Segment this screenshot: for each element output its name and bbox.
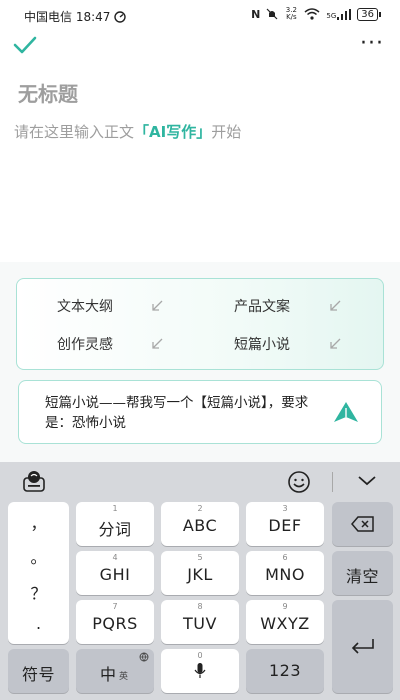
speed-icon	[114, 10, 127, 23]
ai-request-box[interactable]: 短篇小说——帮我写一个【短篇小说】，要求是：恐怖小说	[18, 380, 382, 444]
wifi-icon	[304, 8, 320, 20]
insert-arrow-icon[interactable]	[328, 337, 342, 351]
net-speed: 3.2 K/s	[285, 6, 297, 21]
key-6[interactable]: 6 MNO	[246, 551, 324, 595]
punct-period[interactable]: 。	[8, 544, 69, 568]
punct-dot[interactable]: .	[8, 614, 69, 633]
chevron-down-icon[interactable]	[356, 472, 378, 488]
confirm-check-icon[interactable]	[12, 34, 38, 56]
insert-arrow-icon[interactable]	[328, 299, 342, 313]
insert-arrow-icon[interactable]	[150, 337, 164, 351]
key-5[interactable]: 5 JKL	[161, 551, 239, 595]
carrier-time: 中国电信 18:47	[24, 10, 111, 24]
battery-icon: 36	[357, 7, 381, 21]
globe-icon	[139, 652, 149, 662]
keyboard: ， 。 ？ . 1 分词 2 ABC 3 DEF 4 GHI 5 JKL 6 M…	[0, 462, 400, 700]
key-3[interactable]: 3 DEF	[246, 502, 324, 546]
key-2[interactable]: 2 ABC	[161, 502, 239, 546]
backspace-key[interactable]	[332, 502, 393, 546]
lang-sub-label: 英	[119, 672, 129, 682]
prompt-grid: 文本大纲 产品文案 创作灵感 短篇小说	[16, 278, 384, 370]
symbols-key[interactable]: 符号	[8, 649, 69, 693]
key-1[interactable]: 1 分词	[76, 502, 154, 546]
key-4[interactable]: 4 GHI	[76, 551, 154, 595]
nfc-icon: N	[251, 7, 261, 21]
ai-writing-panel: 文本大纲 产品文案 创作灵感 短篇小说 短篇小说——帮我写一个【短篇小说】，要求…	[0, 262, 400, 462]
space-key[interactable]: 0	[161, 649, 239, 693]
status-bar: 中国电信 18:47 N 3.2 K/s 5G 36	[0, 0, 400, 30]
prompt-short-story[interactable]: 短篇小说	[234, 334, 290, 354]
more-options-icon[interactable]: ···	[360, 33, 384, 55]
send-icon[interactable]	[333, 401, 359, 423]
enter-icon	[351, 639, 374, 654]
key-8[interactable]: 8 TUV	[161, 600, 239, 644]
network-type: 5G	[326, 8, 352, 20]
enter-key[interactable]	[332, 600, 393, 693]
insert-arrow-icon[interactable]	[150, 299, 164, 313]
body-field[interactable]: 请在这里输入正文「AI写作」开始	[14, 121, 241, 142]
lang-label: 中	[100, 665, 117, 684]
keyboard-assistant-icon[interactable]	[22, 470, 46, 492]
punct-comma[interactable]: ，	[8, 510, 69, 534]
numbers-key[interactable]: 123	[246, 649, 324, 693]
mute-icon	[266, 8, 278, 20]
microphone-icon	[194, 663, 206, 678]
signal-icon	[337, 8, 352, 20]
emoji-icon[interactable]	[287, 470, 311, 494]
ai-writing-link[interactable]: 「AI写作」	[134, 123, 211, 141]
keyboard-toolbar	[0, 462, 400, 500]
language-switch-key[interactable]: 中 英	[76, 649, 154, 693]
clear-key[interactable]: 清空	[332, 551, 393, 595]
prompt-outline[interactable]: 文本大纲	[57, 296, 113, 316]
prompt-product-copy[interactable]: 产品文案	[234, 296, 290, 316]
backspace-icon	[351, 516, 374, 532]
body-placeholder-suffix: 开始	[211, 123, 242, 141]
prompt-inspiration[interactable]: 创作灵感	[57, 334, 113, 354]
toolbar-divider	[332, 472, 333, 492]
key-7[interactable]: 7 PQRS	[76, 600, 154, 644]
key-9[interactable]: 9 WXYZ	[246, 600, 324, 644]
punctuation-list[interactable]: ， 。 ？ .	[8, 502, 69, 644]
ai-request-text[interactable]: 短篇小说——帮我写一个【短篇小说】，要求是：恐怖小说	[45, 393, 315, 433]
punct-question[interactable]: ？	[8, 580, 69, 604]
title-field[interactable]: 无标题	[18, 78, 78, 107]
body-placeholder-prefix: 请在这里输入正文	[14, 123, 135, 141]
